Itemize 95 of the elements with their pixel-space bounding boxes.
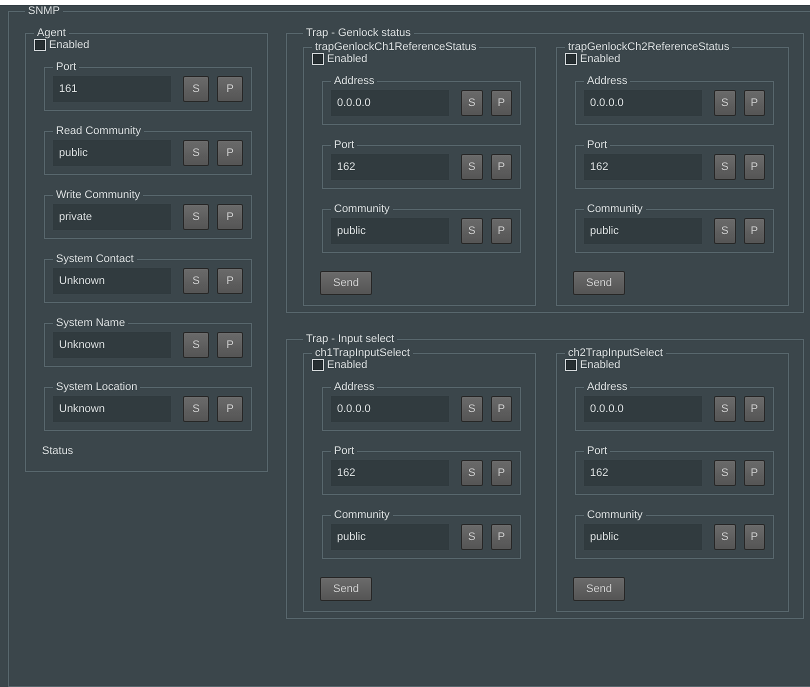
enabled-label: Enabled — [327, 53, 368, 65]
enabled-checkbox[interactable] — [34, 39, 46, 51]
field-label: Community — [333, 509, 391, 521]
set-button[interactable]: S — [714, 154, 736, 180]
enabled-label: Enabled — [49, 39, 90, 51]
set-button[interactable]: S — [461, 396, 482, 422]
set-button[interactable]: P — [490, 396, 512, 422]
set-button[interactable]: P — [217, 332, 243, 358]
field-label: Port — [586, 139, 608, 151]
set-button[interactable]: S — [714, 396, 736, 422]
field-label: Address — [586, 381, 628, 393]
set-button[interactable]: P — [490, 524, 512, 550]
set-button[interactable]: S — [461, 460, 482, 486]
set-button[interactable]: P — [744, 396, 765, 422]
send-button[interactable]: Send — [573, 577, 625, 601]
panel-title: trapGenlockCh2ReferenceStatus — [567, 41, 730, 53]
value-field[interactable]: 162 — [331, 154, 449, 180]
set-button[interactable]: S — [183, 396, 209, 422]
field-label: Community — [333, 203, 391, 215]
panel-title: Trap - Genlock status — [305, 27, 412, 39]
set-button[interactable]: S — [183, 268, 209, 294]
panel-title: SNMP — [27, 5, 61, 17]
set-button[interactable]: S — [461, 90, 482, 116]
field-label: Port — [333, 445, 356, 457]
set-button[interactable]: P — [217, 204, 243, 230]
field-label: System Contact — [55, 253, 135, 265]
set-button[interactable]: S — [714, 524, 736, 550]
set-button[interactable]: P — [744, 90, 765, 116]
send-button[interactable]: Send — [320, 577, 372, 601]
value-field[interactable]: 161 — [53, 76, 171, 102]
value-field[interactable]: 162 — [584, 460, 702, 486]
panel-title: ch1TrapInputSelect — [314, 347, 411, 359]
set-button[interactable]: S — [183, 140, 209, 166]
panel-title: trapGenlockCh1ReferenceStatus — [314, 41, 478, 53]
field-label: Read Community — [55, 125, 142, 137]
enabled-checkbox[interactable] — [565, 359, 577, 371]
enabled-label: Enabled — [580, 359, 620, 371]
set-button[interactable]: S — [714, 460, 736, 486]
value-field[interactable]: 0.0.0.0 — [331, 90, 449, 116]
enabled-checkbox[interactable] — [312, 53, 324, 65]
panel-title: Trap - Input select — [305, 333, 396, 345]
value-field[interactable]: Unknown — [53, 332, 171, 358]
set-button[interactable]: P — [217, 396, 243, 422]
set-button[interactable]: P — [744, 460, 765, 486]
set-button[interactable]: P — [217, 268, 243, 294]
panel-title: ch2TrapInputSelect — [567, 347, 664, 359]
field-label: Address — [333, 75, 376, 87]
set-button[interactable]: P — [217, 140, 243, 166]
field-label: Write Community — [55, 189, 142, 201]
set-button[interactable]: P — [744, 154, 765, 180]
set-button[interactable]: P — [490, 154, 512, 180]
value-field[interactable]: 162 — [584, 154, 702, 180]
panel-title: Agent — [36, 27, 67, 39]
value-field[interactable]: public — [584, 218, 702, 244]
enabled-checkbox[interactable] — [565, 53, 577, 65]
set-button[interactable]: S — [461, 524, 482, 550]
enabled-checkbox[interactable] — [312, 359, 324, 371]
set-button[interactable]: P — [217, 76, 243, 102]
set-button[interactable]: P — [490, 218, 512, 244]
set-button[interactable]: S — [183, 76, 209, 102]
enabled-label: Enabled — [327, 359, 368, 371]
value-field[interactable]: public — [584, 524, 702, 550]
value-field[interactable]: 0.0.0.0 — [584, 90, 702, 116]
set-button[interactable]: P — [490, 460, 512, 486]
set-button[interactable]: S — [183, 204, 209, 230]
set-button[interactable]: S — [461, 154, 482, 180]
field-label: Port — [333, 139, 356, 151]
set-button[interactable]: S — [461, 218, 482, 244]
status-label: Status — [42, 445, 74, 457]
send-button[interactable]: Send — [320, 271, 372, 295]
field-label: Community — [586, 203, 644, 215]
set-button[interactable]: P — [744, 524, 765, 550]
field-label: Port — [586, 445, 608, 457]
enabled-label: Enabled — [580, 53, 620, 65]
value-field[interactable]: public — [53, 140, 171, 166]
set-button[interactable]: S — [714, 90, 736, 116]
value-field[interactable]: 162 — [331, 460, 449, 486]
field-label: Port — [55, 61, 78, 73]
set-button[interactable]: P — [744, 218, 765, 244]
field-label: System Location — [55, 381, 138, 393]
value-field[interactable]: private — [53, 204, 171, 230]
set-button[interactable]: S — [183, 332, 209, 358]
value-field[interactable]: Unknown — [53, 268, 171, 294]
set-button[interactable]: S — [714, 218, 736, 244]
value-field[interactable]: 0.0.0.0 — [584, 396, 702, 422]
field-label: Address — [333, 381, 376, 393]
field-label: System Name — [55, 317, 126, 329]
value-field[interactable]: 0.0.0.0 — [331, 396, 449, 422]
field-label: Address — [586, 75, 628, 87]
send-button[interactable]: Send — [573, 271, 625, 295]
set-button[interactable]: P — [490, 90, 512, 116]
value-field[interactable]: public — [331, 218, 449, 244]
field-label: Community — [586, 509, 644, 521]
value-field[interactable]: public — [331, 524, 449, 550]
value-field[interactable]: Unknown — [53, 396, 171, 422]
